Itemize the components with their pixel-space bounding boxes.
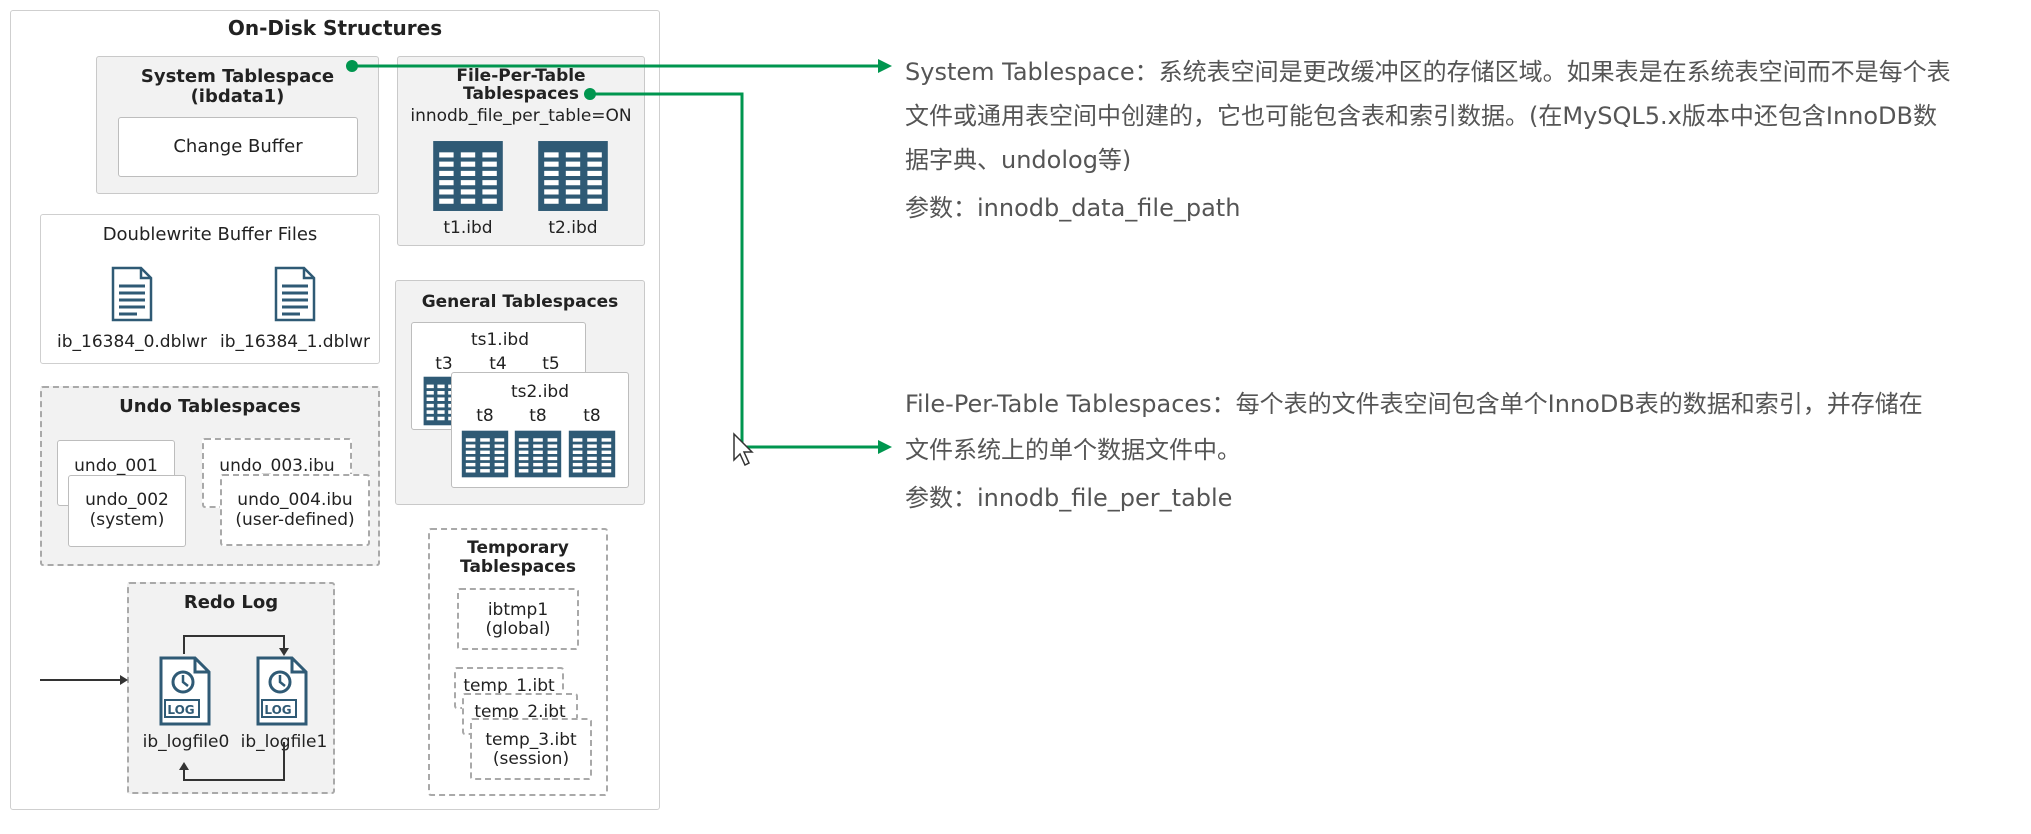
note-file-per-table-param: 参数：innodb_file_per_table — [905, 484, 1233, 512]
note-file-per-table-line2: 文件系统上的单个数据文件中。 — [905, 436, 1241, 464]
note-file-per-table-line1: File-Per-Table Tablespaces：每个表的文件表空间包含单个… — [905, 390, 1923, 418]
note-system-tablespace-line1: System Tablespace：系统表空间是更改缓冲区的存储区域。如果表是在… — [905, 58, 1951, 86]
note-system-tablespace-param: 参数：innodb_data_file_path — [905, 194, 1241, 222]
note-system-tablespace-line2: 文件或通用表空间中创建的，它也可能包含表和索引数据。(在MySQL5.x版本中还… — [905, 102, 1937, 130]
note-system-tablespace-line3: 据字典、undolog等) — [905, 146, 1132, 174]
diagram-canvas: On-Disk Structures System Tablespace (ib… — [0, 0, 2031, 834]
